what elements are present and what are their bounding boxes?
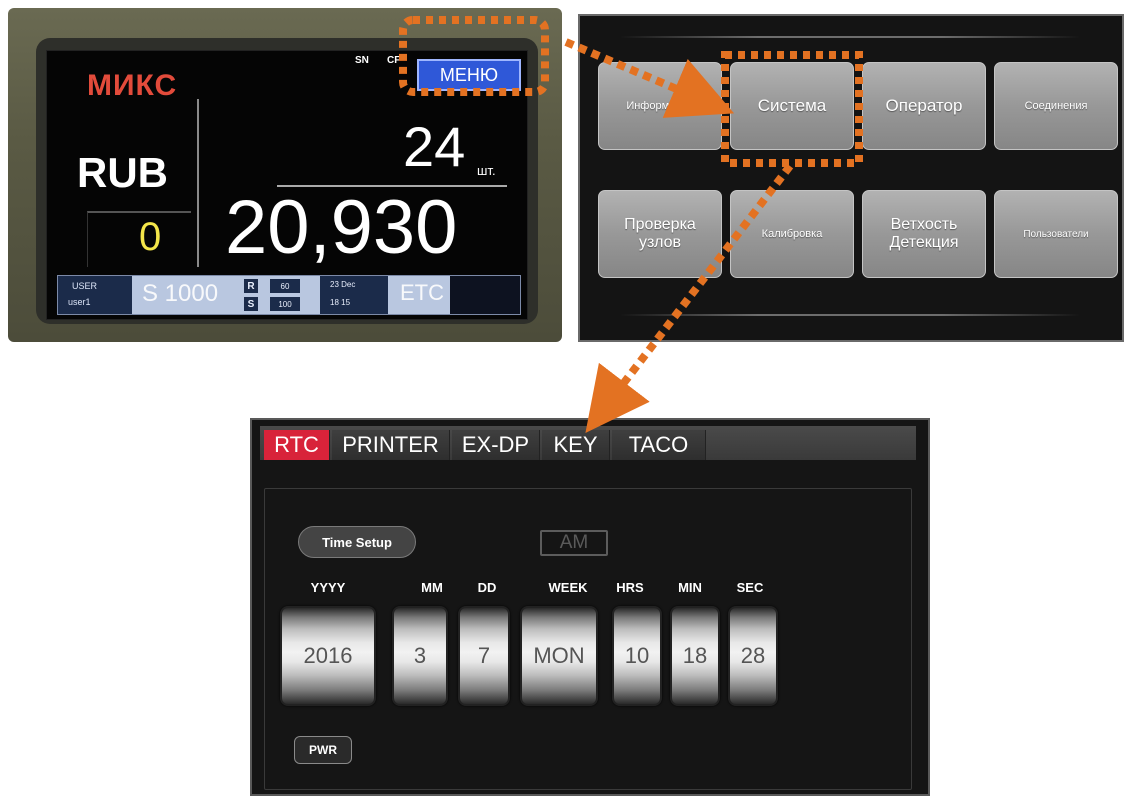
user-box[interactable]: USER user1	[58, 276, 132, 314]
date-text: 23 Dec	[330, 280, 356, 289]
etc-button[interactable]: ETC	[400, 280, 444, 306]
label-week: WEEK	[548, 580, 588, 595]
vertical-divider	[197, 99, 199, 267]
menu-item-connections[interactable]: Соединения	[994, 62, 1118, 150]
week-drum[interactable]: MON	[520, 606, 598, 706]
tab-printer[interactable]: PRINTER	[332, 430, 450, 460]
label-hours: HRS	[616, 580, 644, 595]
tab-key[interactable]: KEY	[542, 430, 610, 460]
menu-top-line	[620, 36, 1080, 38]
label-minutes: MIN	[678, 580, 702, 595]
tab-taco[interactable]: TACO	[612, 430, 706, 460]
month-drum[interactable]: 3	[392, 606, 448, 706]
denomination-count: 0	[139, 215, 162, 259]
mode-label: МИКС	[87, 69, 178, 102]
pwr-button[interactable]: PWR	[294, 736, 352, 764]
s-value: 100	[270, 297, 300, 311]
tab-rtc[interactable]: RTC	[264, 430, 330, 460]
label-month: MM	[421, 580, 443, 595]
menu-bottom-line	[620, 314, 1080, 316]
menu-item-users[interactable]: Пользователи	[994, 190, 1118, 278]
lcd-display: МИКС SN CF МЕНЮ RUB 0 24 шт. 20,930 USER…	[46, 50, 528, 320]
menu-item-calibration[interactable]: Калибровка	[730, 190, 854, 278]
hours-drum[interactable]: 10	[612, 606, 662, 706]
tab-bar: RTC PRINTER EX-DP KEY TACO	[260, 426, 916, 460]
am-pm-indicator[interactable]: AM	[540, 530, 608, 556]
menu-item-information[interactable]: Информация	[598, 62, 722, 150]
r-indicator: R	[244, 279, 258, 293]
total-amount: 20,930	[225, 185, 458, 270]
day-drum[interactable]: 7	[458, 606, 510, 706]
time-text: 18 15	[330, 298, 351, 307]
user-name: user1	[68, 297, 91, 307]
note-count: 24	[403, 115, 466, 178]
date-time-box: 23 Dec 18 15	[320, 276, 388, 314]
year-drum[interactable]: 2016	[280, 606, 376, 706]
empty-slot	[450, 276, 520, 314]
menu-button[interactable]: МЕНЮ	[417, 59, 521, 91]
s-indicator: S	[244, 297, 258, 311]
menu-item-node-check[interactable]: Проверка узлов	[598, 190, 722, 278]
rtc-settings-screen: RTC PRINTER EX-DP KEY TACO Time Setup AM…	[250, 418, 930, 796]
currency-label: RUB	[77, 149, 168, 196]
menu-item-operator[interactable]: Оператор	[862, 62, 986, 150]
seconds-drum[interactable]: 28	[728, 606, 778, 706]
count-mode[interactable]: S 1000	[142, 280, 218, 308]
minutes-drum[interactable]: 18	[670, 606, 720, 706]
menu-item-wear-detection[interactable]: Ветхость Детекция	[862, 190, 986, 278]
cf-indicator: CF	[387, 55, 401, 66]
menu-item-system[interactable]: Система	[730, 62, 854, 150]
r-value: 60	[270, 279, 300, 293]
menu-screen: Информация Система Оператор Соединения П…	[578, 14, 1124, 342]
label-year: YYYY	[310, 580, 346, 595]
label-seconds: SEC	[736, 580, 764, 595]
counter-main-screen-photo: МИКС SN CF МЕНЮ RUB 0 24 шт. 20,930 USER…	[8, 8, 562, 342]
status-bar: USER user1 S 1000 R S 60 100 23 Dec 18 1…	[57, 275, 521, 315]
user-label: USER	[72, 281, 98, 291]
sn-indicator: SN	[355, 55, 369, 66]
note-count-unit: шт.	[477, 163, 496, 178]
time-setup-button[interactable]: Time Setup	[298, 526, 416, 558]
tab-ex-dp[interactable]: EX-DP	[452, 430, 540, 460]
label-day: DD	[477, 580, 497, 595]
